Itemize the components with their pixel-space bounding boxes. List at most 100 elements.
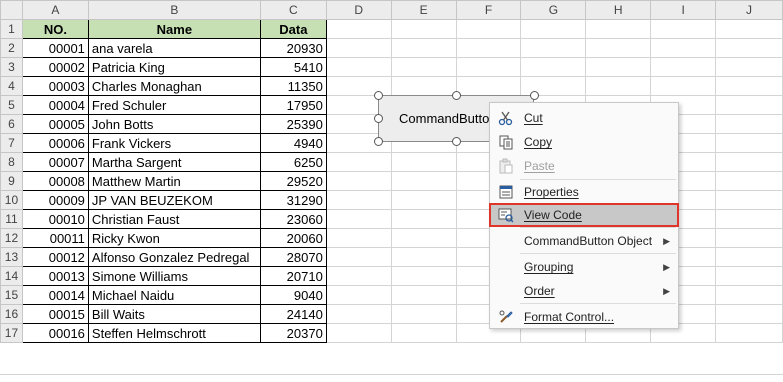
cell-no[interactable]: 00004 bbox=[21, 95, 89, 115]
empty-cell[interactable] bbox=[325, 171, 392, 191]
empty-cell[interactable] bbox=[390, 266, 457, 286]
empty-cell[interactable] bbox=[390, 76, 457, 96]
cell-data[interactable]: 20930 bbox=[259, 38, 327, 58]
row-header[interactable]: 2 bbox=[0, 38, 23, 58]
empty-cell[interactable] bbox=[390, 228, 457, 248]
empty-cell[interactable] bbox=[715, 285, 783, 305]
empty-cell[interactable] bbox=[390, 57, 457, 77]
cell-no[interactable]: 00009 bbox=[21, 190, 89, 210]
empty-cell[interactable] bbox=[520, 38, 587, 58]
empty-cell[interactable] bbox=[650, 38, 717, 58]
cell-name[interactable]: JP VAN BEUZEKOM bbox=[87, 190, 261, 210]
row-header[interactable]: 9 bbox=[0, 171, 23, 191]
cell-data[interactable]: 28070 bbox=[259, 247, 327, 267]
cell-data[interactable]: 20060 bbox=[259, 228, 327, 248]
row-header[interactable]: 12 bbox=[0, 228, 23, 248]
empty-cell[interactable] bbox=[650, 76, 717, 96]
cell-no[interactable]: 00016 bbox=[21, 323, 89, 343]
column-header-g[interactable]: G bbox=[520, 0, 587, 20]
column-header-d[interactable]: D bbox=[325, 0, 392, 20]
empty-cell[interactable] bbox=[455, 19, 522, 39]
empty-cell[interactable] bbox=[390, 152, 457, 172]
empty-cell[interactable] bbox=[715, 76, 783, 96]
cell-name[interactable]: Alfonso Gonzalez Pedregal bbox=[87, 247, 261, 267]
empty-cell[interactable] bbox=[650, 57, 717, 77]
empty-cell[interactable] bbox=[325, 323, 392, 343]
cell-data[interactable]: 24140 bbox=[259, 304, 327, 324]
cell-no[interactable]: 00010 bbox=[21, 209, 89, 229]
empty-cell[interactable] bbox=[650, 19, 717, 39]
empty-cell[interactable] bbox=[325, 304, 392, 324]
empty-cell[interactable] bbox=[715, 171, 783, 191]
empty-cell[interactable] bbox=[715, 114, 783, 134]
empty-cell[interactable] bbox=[715, 247, 783, 267]
menu-item-view-code[interactable]: View Code bbox=[489, 203, 679, 227]
cell-name[interactable]: Martha Sargent bbox=[87, 152, 261, 172]
empty-cell[interactable] bbox=[585, 57, 652, 77]
cell-data[interactable]: 31290 bbox=[259, 190, 327, 210]
menu-item-properties[interactable]: Properties bbox=[490, 181, 678, 203]
empty-cell[interactable] bbox=[715, 19, 783, 39]
row-header[interactable]: 6 bbox=[0, 114, 23, 134]
cell-name[interactable]: Simone Williams bbox=[87, 266, 261, 286]
empty-cell[interactable] bbox=[455, 57, 522, 77]
menu-item-copy[interactable]: Copy bbox=[490, 131, 678, 153]
cell-no[interactable]: 00015 bbox=[21, 304, 89, 324]
cell-data[interactable]: 9040 bbox=[259, 285, 327, 305]
resize-handle-bottom-left[interactable] bbox=[374, 137, 383, 146]
column-header-j[interactable]: J bbox=[715, 0, 783, 20]
cell-data[interactable]: 29520 bbox=[259, 171, 327, 191]
cell-name[interactable]: Charles Monaghan bbox=[87, 76, 261, 96]
cell-name[interactable]: Michael Naidu bbox=[87, 285, 261, 305]
row-header[interactable]: 7 bbox=[0, 133, 23, 153]
empty-cell[interactable] bbox=[715, 95, 783, 115]
empty-cell[interactable] bbox=[715, 304, 783, 324]
resize-handle-top-left[interactable] bbox=[374, 91, 383, 100]
row-header[interactable]: 3 bbox=[0, 57, 23, 77]
row-header[interactable]: 4 bbox=[0, 76, 23, 96]
header-cell-name[interactable]: Name bbox=[87, 19, 261, 39]
column-header-i[interactable]: I bbox=[650, 0, 717, 20]
cell-no[interactable]: 00006 bbox=[21, 133, 89, 153]
empty-cell[interactable] bbox=[715, 266, 783, 286]
cell-data[interactable]: 20710 bbox=[259, 266, 327, 286]
empty-cell[interactable] bbox=[390, 323, 457, 343]
cell-no[interactable]: 00001 bbox=[21, 38, 89, 58]
cell-name[interactable]: Bill Waits bbox=[87, 304, 261, 324]
row-header[interactable]: 11 bbox=[0, 209, 23, 229]
empty-cell[interactable] bbox=[715, 57, 783, 77]
empty-cell[interactable] bbox=[715, 323, 783, 343]
empty-cell[interactable] bbox=[325, 285, 392, 305]
empty-cell[interactable] bbox=[715, 152, 783, 172]
empty-cell[interactable] bbox=[325, 209, 392, 229]
empty-cell[interactable] bbox=[390, 285, 457, 305]
empty-cell[interactable] bbox=[585, 38, 652, 58]
row-header[interactable]: 8 bbox=[0, 152, 23, 172]
empty-cell[interactable] bbox=[390, 19, 457, 39]
column-header-h[interactable]: H bbox=[585, 0, 652, 20]
empty-cell[interactable] bbox=[585, 76, 652, 96]
row-header[interactable]: 14 bbox=[0, 266, 23, 286]
empty-cell[interactable] bbox=[390, 209, 457, 229]
menu-item-order[interactable]: Order ▶ bbox=[490, 280, 678, 302]
empty-cell[interactable] bbox=[325, 57, 392, 77]
empty-cell[interactable] bbox=[325, 152, 392, 172]
empty-cell[interactable] bbox=[520, 19, 587, 39]
empty-cell[interactable] bbox=[390, 304, 457, 324]
cell-no[interactable]: 00014 bbox=[21, 285, 89, 305]
cell-data[interactable]: 4940 bbox=[259, 133, 327, 153]
empty-cell[interactable] bbox=[390, 38, 457, 58]
resize-handle-bottom[interactable] bbox=[452, 137, 461, 146]
empty-cell[interactable] bbox=[325, 38, 392, 58]
menu-item-commandbutton-object[interactable]: CommandButton Object ▶ bbox=[490, 230, 678, 252]
cell-no[interactable]: 00013 bbox=[21, 266, 89, 286]
cell-no[interactable]: 00003 bbox=[21, 76, 89, 96]
row-header[interactable]: 5 bbox=[0, 95, 23, 115]
empty-cell[interactable] bbox=[715, 209, 783, 229]
cell-data[interactable]: 23060 bbox=[259, 209, 327, 229]
column-header-b[interactable]: B bbox=[87, 0, 261, 20]
cell-name[interactable]: Christian Faust bbox=[87, 209, 261, 229]
cell-data[interactable]: 11350 bbox=[259, 76, 327, 96]
empty-cell[interactable] bbox=[325, 247, 392, 267]
menu-item-grouping[interactable]: Grouping ▶ bbox=[490, 256, 678, 278]
